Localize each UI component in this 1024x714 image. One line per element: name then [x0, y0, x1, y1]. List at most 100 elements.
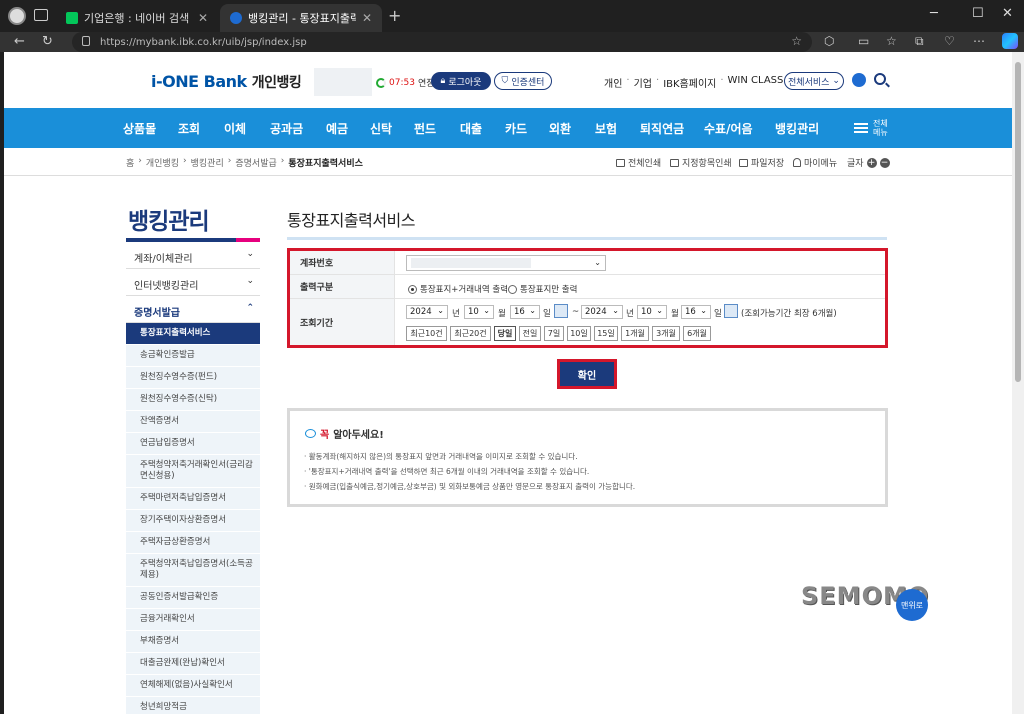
- nav-item-deposit[interactable]: 예금: [326, 120, 348, 137]
- sidebar-item-account-transfer[interactable]: 계좌/이체관리 ⌄: [126, 242, 260, 269]
- logout-button[interactable]: 🔒︎ 로그아웃: [431, 72, 491, 90]
- nav-item-card[interactable]: 카드: [505, 120, 527, 137]
- from-year-select[interactable]: 2024 ⌄: [406, 305, 448, 319]
- close-window-icon[interactable]: ✕: [1002, 6, 1013, 21]
- nav-item-transfer[interactable]: 이체: [224, 120, 246, 137]
- sidebar-subitem[interactable]: 장기주택이자상환증명서: [126, 510, 260, 532]
- cert-center-button[interactable]: ⛉ 인증센터: [494, 72, 552, 90]
- from-month-select[interactable]: 10 ⌄: [464, 305, 494, 319]
- quick-6months-button[interactable]: 6개월: [683, 326, 711, 341]
- nav-item-trust[interactable]: 신탁: [370, 120, 392, 137]
- nav-item-forex[interactable]: 외환: [549, 120, 571, 137]
- breadcrumb-home[interactable]: 홈: [126, 156, 134, 169]
- print-selected-button[interactable]: 지정항목인쇄: [670, 156, 732, 169]
- all-menu-label[interactable]: 전체메뉴: [873, 119, 889, 137]
- minimize-icon[interactable]: ─: [930, 6, 938, 21]
- nav-item-products[interactable]: 상품몰: [123, 120, 156, 137]
- quick-10days-button[interactable]: 10일: [567, 326, 591, 341]
- refresh-icon[interactable]: ↻: [42, 34, 53, 49]
- new-tab-icon[interactable]: +: [388, 6, 401, 25]
- quick-recent20-button[interactable]: 최근20건: [450, 326, 491, 341]
- sidebar-subitem[interactable]: 주택마련저축납입증명서: [126, 488, 260, 510]
- sidebar-subitem[interactable]: 주택청약저축거래확인서(금리감면신청용): [126, 455, 260, 488]
- breadcrumb-personal[interactable]: 개인뱅킹: [146, 156, 179, 169]
- favorites-icon[interactable]: ☆: [886, 34, 897, 48]
- link-win-class[interactable]: WIN CLASS: [728, 75, 784, 90]
- split-screen-icon[interactable]: ▭: [858, 34, 869, 48]
- nav-item-banking-mgmt[interactable]: 뱅킹관리: [775, 120, 819, 137]
- sidebar-subitem[interactable]: 연체해제(없음)사실확인서: [126, 675, 260, 697]
- tab-actions-icon[interactable]: [34, 9, 48, 21]
- from-day-select[interactable]: 16 ⌄: [510, 305, 540, 319]
- sidebar-subitem[interactable]: 연금납입증명서: [126, 433, 260, 455]
- breadcrumb-certificates[interactable]: 증명서발급: [235, 156, 276, 169]
- tab-close-icon[interactable]: ✕: [362, 11, 372, 25]
- sidebar-subitem[interactable]: 주택자금상환증명서: [126, 532, 260, 554]
- quick-yesterday-button[interactable]: 전일: [519, 326, 541, 341]
- nav-item-pension[interactable]: 퇴직연금: [640, 120, 684, 137]
- hamburger-menu-icon[interactable]: [854, 123, 868, 133]
- collections-icon[interactable]: ⧉: [915, 34, 924, 49]
- back-icon[interactable]: ←: [14, 34, 25, 49]
- sidebar-subitem[interactable]: 부채증명서: [126, 631, 260, 653]
- quick-7days-button[interactable]: 7일: [544, 326, 564, 341]
- nav-item-inquiry[interactable]: 조회: [178, 120, 200, 137]
- scrollbar-thumb[interactable]: [1015, 62, 1021, 382]
- browser-essentials-icon[interactable]: ♡: [944, 34, 955, 48]
- nav-item-utility[interactable]: 공과금: [270, 120, 303, 137]
- profile-icon[interactable]: [8, 7, 26, 25]
- quick-15days-button[interactable]: 15일: [594, 326, 618, 341]
- to-month-select[interactable]: 10 ⌄: [637, 305, 667, 319]
- link-ibk-home[interactable]: IBK홈페이지: [663, 75, 716, 90]
- address-bar[interactable]: https://mybank.ibk.co.kr/uib/jsp/index.j…: [72, 32, 812, 52]
- more-menu-icon[interactable]: ⋯: [973, 34, 985, 48]
- sidebar-subitem[interactable]: 원천징수영수증(펀드): [126, 367, 260, 389]
- maximize-icon[interactable]: ☐: [972, 6, 984, 21]
- quick-today-button[interactable]: 당일: [494, 326, 516, 341]
- quick-3months-button[interactable]: 3개월: [652, 326, 680, 341]
- calendar-icon[interactable]: [554, 304, 568, 318]
- browser-tab-ibk[interactable]: 뱅킹관리 - 통장표지출력서비스 | ✕: [220, 4, 382, 32]
- sidebar-item-internet-banking[interactable]: 인터넷뱅킹관리 ⌄: [126, 269, 260, 296]
- scroll-to-top-button[interactable]: 맨위로: [896, 589, 928, 621]
- my-menu-button[interactable]: 마이메뉴: [793, 156, 837, 169]
- copilot-icon[interactable]: [1002, 33, 1018, 49]
- save-file-button[interactable]: 파일저장: [739, 156, 784, 169]
- sidebar-subitem[interactable]: 청년희망적금: [126, 697, 260, 714]
- all-services-dropdown[interactable]: 전체서비스 ⌄: [784, 72, 844, 90]
- to-year-select[interactable]: 2024 ⌄: [581, 305, 623, 319]
- ibk-logo[interactable]: i-ONE Bank 개인뱅킹: [151, 72, 302, 92]
- tab-close-icon[interactable]: ✕: [198, 11, 208, 25]
- zoom-in-icon[interactable]: +: [866, 157, 877, 168]
- sidebar-subitem[interactable]: 대출금완제(완납)확인서: [126, 653, 260, 675]
- to-day-select[interactable]: 16 ⌄: [681, 305, 711, 319]
- sidebar-subitem[interactable]: 통장표지출력서비스: [126, 323, 260, 345]
- browser-tab-naver[interactable]: 기업은행 : 네이버 검색 ✕: [56, 4, 218, 32]
- sidebar-subitem[interactable]: 공동인증서발급확인증: [126, 587, 260, 609]
- radio-cover-only[interactable]: 통장표지만 출력: [508, 283, 577, 295]
- sidebar-item-certificates[interactable]: 증명서발급 ⌃: [126, 296, 260, 323]
- extensions-icon[interactable]: ⬡: [824, 34, 834, 48]
- sidebar-subitem[interactable]: 금융거래확인서: [126, 609, 260, 631]
- sidebar-subitem[interactable]: 잔액증명서: [126, 411, 260, 433]
- radio-cover-and-transactions[interactable]: 통장표지+거래내역 출력: [408, 283, 508, 295]
- nav-item-insurance[interactable]: 보험: [595, 120, 617, 137]
- link-personal[interactable]: 개인: [604, 75, 622, 90]
- link-business[interactable]: 기업: [634, 75, 652, 90]
- breadcrumb-banking-mgmt[interactable]: 뱅킹관리: [191, 156, 224, 169]
- search-icon[interactable]: [874, 73, 886, 85]
- zoom-out-icon[interactable]: −: [879, 157, 890, 168]
- quick-1month-button[interactable]: 1개월: [621, 326, 649, 341]
- sidebar-subitem[interactable]: 주택청약저축납입증명서(소득공제용): [126, 554, 260, 587]
- nav-item-check[interactable]: 수표/어음: [704, 120, 753, 137]
- sidebar-subitem[interactable]: 송금확인증발급: [126, 345, 260, 367]
- sidebar-subitem[interactable]: 원천징수영수증(신탁): [126, 389, 260, 411]
- print-all-button[interactable]: 전체인쇄: [616, 156, 661, 169]
- nav-item-loan[interactable]: 대출: [460, 120, 482, 137]
- account-select[interactable]: ⌄: [406, 255, 606, 271]
- favorite-star-icon[interactable]: ☆: [791, 34, 802, 48]
- globe-icon[interactable]: [852, 73, 866, 87]
- calendar-icon[interactable]: [724, 304, 738, 318]
- nav-item-fund[interactable]: 펀드: [414, 120, 436, 137]
- confirm-button[interactable]: 확인: [557, 359, 617, 389]
